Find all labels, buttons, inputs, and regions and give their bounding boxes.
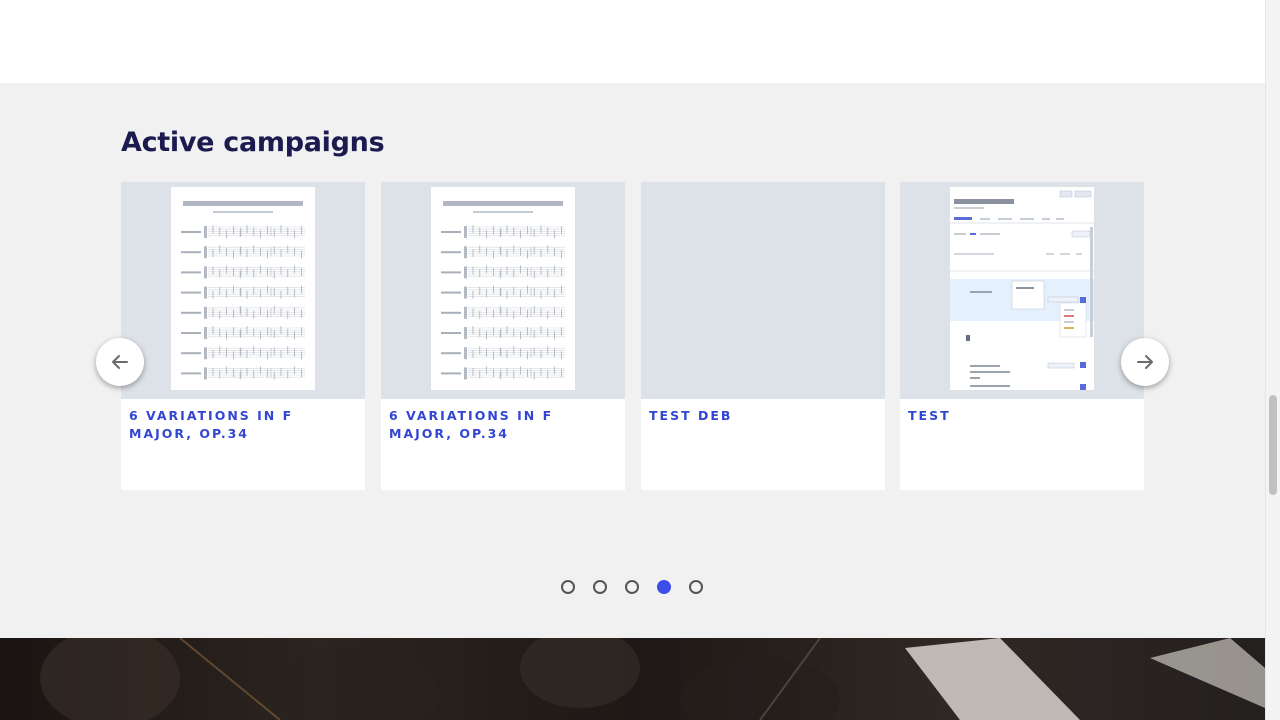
section-title: Active campaigns (121, 127, 385, 158)
campaign-card[interactable]: TEST (900, 182, 1144, 490)
orchestra-photo (40, 638, 1265, 720)
campaign-thumbnail (381, 182, 625, 399)
arrow-left-icon (112, 355, 128, 369)
campaign-card[interactable]: 6 VARIATIONS IN F MAJOR, OP.34 (381, 182, 625, 490)
sheet-music-preview (171, 187, 315, 390)
arrow-right-icon (1137, 355, 1153, 369)
pagination-dot-2[interactable] (593, 580, 607, 594)
pagination-dot-1[interactable] (561, 580, 575, 594)
pagination-dot-3[interactable] (625, 580, 639, 594)
sheet-music-preview (431, 187, 575, 390)
campaign-title[interactable]: 6 VARIATIONS IN F MAJOR, OP.34 (389, 407, 617, 443)
page-scrollbar[interactable] (1265, 0, 1280, 720)
campaign-thumbnail (900, 182, 1144, 399)
campaign-card[interactable]: 6 VARIATIONS IN F MAJOR, OP.34 (121, 182, 365, 490)
carousel-prev-button[interactable] (96, 338, 144, 386)
pagination-dot-4[interactable] (657, 580, 671, 594)
active-campaigns-section: Active campaigns 6 VARIATIONS IN F MAJOR… (0, 83, 1265, 638)
carousel-next-button[interactable] (1121, 338, 1169, 386)
pagination-dot-5[interactable] (689, 580, 703, 594)
scrollbar-thumb[interactable] (1269, 395, 1277, 495)
campaign-thumbnail (641, 182, 885, 399)
campaign-title[interactable]: 6 VARIATIONS IN F MAJOR, OP.34 (129, 407, 357, 443)
top-band (0, 0, 1265, 83)
campaign-title[interactable]: TEST DEB (649, 407, 877, 425)
orchestra-photo-banner (0, 638, 1265, 720)
campaign-title[interactable]: TEST (908, 407, 1136, 425)
campaign-thumbnail (121, 182, 365, 399)
screenshot-preview (950, 187, 1094, 390)
carousel-pagination (561, 580, 703, 596)
campaign-card[interactable]: TEST DEB (641, 182, 885, 490)
